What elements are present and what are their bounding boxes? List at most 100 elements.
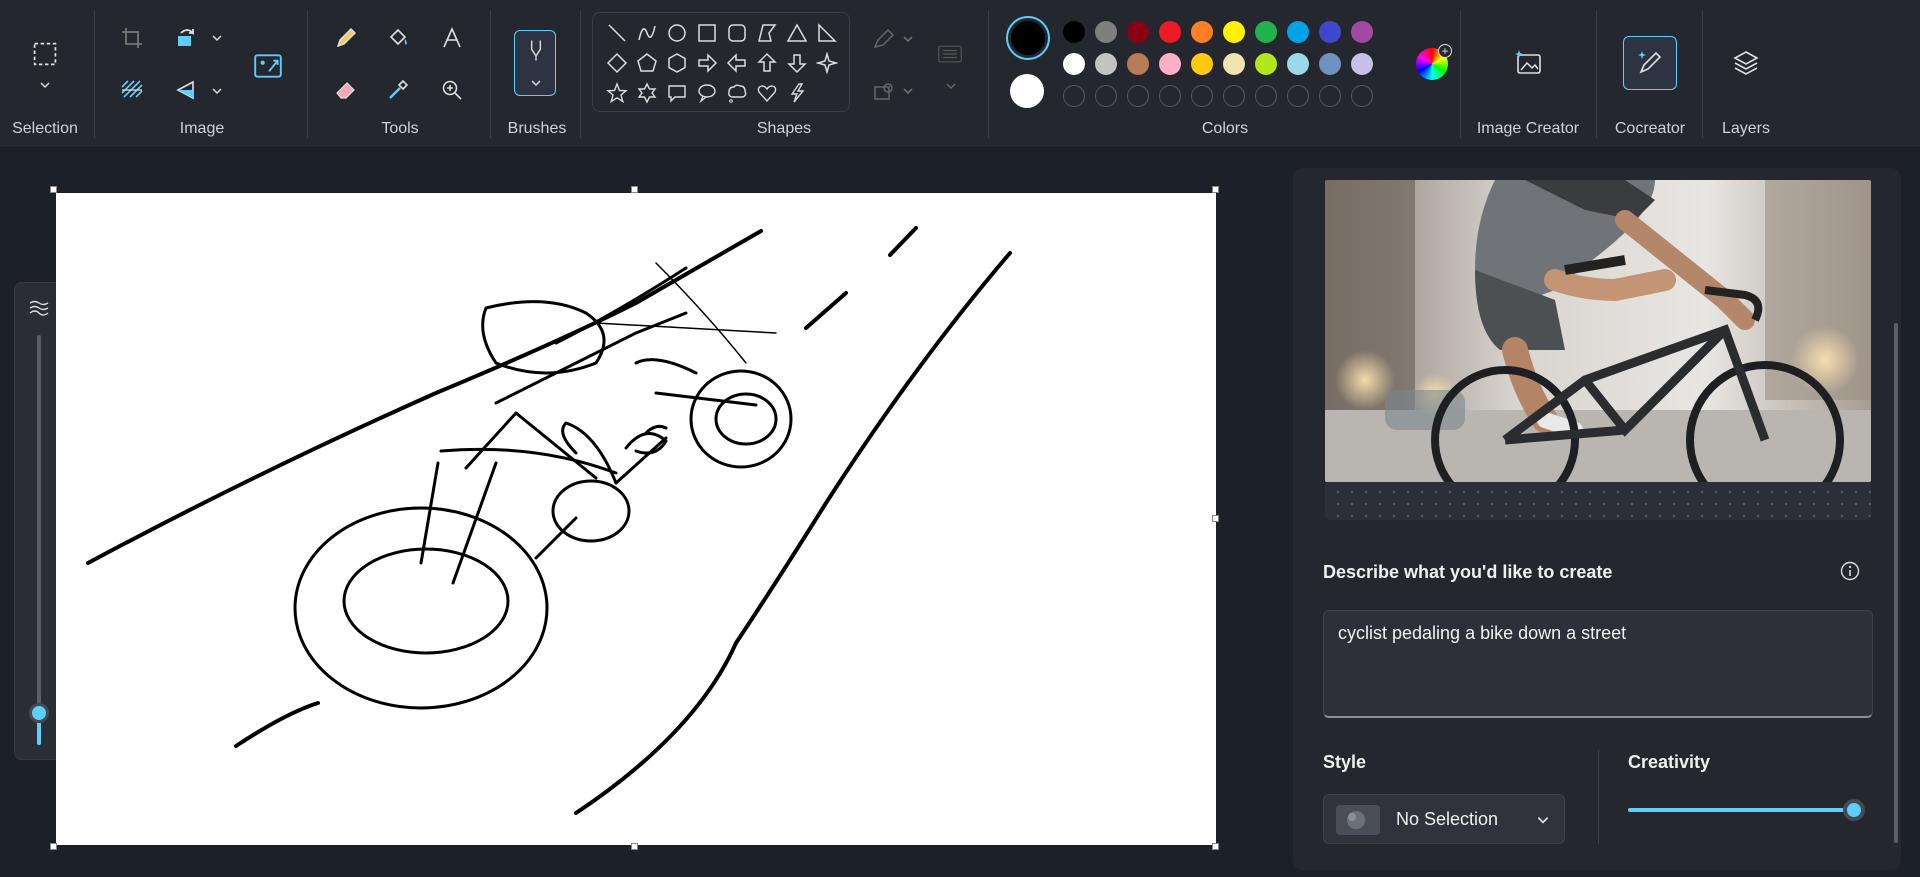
color-swatch[interactable] xyxy=(1063,53,1085,75)
style-dropdown[interactable]: No Selection xyxy=(1323,794,1565,844)
right-arrow-shape-icon[interactable] xyxy=(693,49,721,77)
secondary-color-swatch[interactable] xyxy=(1010,74,1044,108)
rounded-rectangle-shape-icon[interactable] xyxy=(723,19,751,47)
color-swatch[interactable] xyxy=(1127,21,1149,43)
shape-fill-icon[interactable] xyxy=(864,72,904,112)
panel-scrollbar[interactable] xyxy=(1894,323,1898,843)
prompt-input[interactable]: cyclist pedaling a bike down a street xyxy=(1323,610,1873,718)
rectangle-select-icon[interactable] xyxy=(25,34,65,74)
custom-color-slot[interactable] xyxy=(1095,85,1117,107)
flip-icon[interactable] xyxy=(166,70,206,110)
down-arrow-shape-icon[interactable] xyxy=(783,49,811,77)
pencil-icon[interactable] xyxy=(326,18,366,58)
magnifier-icon[interactable] xyxy=(432,70,472,110)
brushes-label: Brushes xyxy=(507,120,567,137)
resize-handle[interactable] xyxy=(50,843,57,850)
custom-color-slot[interactable] xyxy=(1255,85,1277,107)
color-swatch[interactable] xyxy=(1095,21,1117,43)
image-creator-icon[interactable] xyxy=(1501,36,1555,90)
line-shape-icon[interactable] xyxy=(603,19,631,47)
rotate-icon[interactable] xyxy=(166,18,206,58)
color-swatch[interactable] xyxy=(1351,53,1373,75)
info-icon[interactable] xyxy=(1839,560,1861,582)
creativity-slider-track[interactable] xyxy=(1628,799,1865,821)
color-swatch[interactable] xyxy=(1319,21,1341,43)
layers-icon[interactable] xyxy=(1719,36,1773,90)
resize-handle[interactable] xyxy=(631,186,638,193)
rectangle-shape-icon[interactable] xyxy=(693,19,721,47)
right-triangle-shape-icon[interactable] xyxy=(813,19,841,47)
color-swatch[interactable] xyxy=(1127,53,1149,75)
color-swatch[interactable] xyxy=(1159,53,1181,75)
resize-handle[interactable] xyxy=(50,186,57,193)
color-swatch[interactable] xyxy=(1159,21,1181,43)
color-swatch[interactable] xyxy=(1063,21,1085,43)
color-swatch[interactable] xyxy=(1255,21,1277,43)
brush-size-track[interactable] xyxy=(37,335,41,745)
resize-handle[interactable] xyxy=(631,843,638,850)
fill-chevron-down-icon[interactable] xyxy=(901,84,915,98)
lightning-shape-icon[interactable] xyxy=(783,79,811,107)
flip-chevron-down-icon[interactable] xyxy=(210,84,224,98)
custom-color-slot[interactable] xyxy=(1063,85,1085,107)
stroke-chevron-down-icon[interactable] xyxy=(944,79,958,93)
color-swatch[interactable] xyxy=(1287,21,1309,43)
resize-image-icon[interactable] xyxy=(246,44,290,88)
selection-chevron-down-icon[interactable] xyxy=(38,78,52,92)
color-swatch[interactable] xyxy=(1223,53,1245,75)
resize-handle[interactable] xyxy=(1212,843,1219,850)
four-point-star-shape-icon[interactable] xyxy=(813,49,841,77)
up-arrow-shape-icon[interactable] xyxy=(753,49,781,77)
custom-color-slot[interactable] xyxy=(1127,85,1149,107)
custom-color-slot[interactable] xyxy=(1159,85,1181,107)
edit-colors-icon[interactable]: + xyxy=(1416,44,1452,80)
resize-handle[interactable] xyxy=(1212,515,1219,522)
color-picker-icon[interactable] xyxy=(378,70,418,110)
custom-color-slot[interactable] xyxy=(1191,85,1213,107)
fill-bucket-icon[interactable] xyxy=(378,18,418,58)
oval-shape-icon[interactable] xyxy=(663,19,691,47)
eraser-icon[interactable] xyxy=(326,70,366,110)
color-swatch[interactable] xyxy=(1255,53,1277,75)
drawing-canvas[interactable] xyxy=(56,193,1216,845)
oval-callout-shape-icon[interactable] xyxy=(693,79,721,107)
left-arrow-shape-icon[interactable] xyxy=(723,49,751,77)
triangle-shape-icon[interactable] xyxy=(783,19,811,47)
custom-color-slot[interactable] xyxy=(1223,85,1245,107)
color-swatch[interactable] xyxy=(1191,21,1213,43)
custom-color-slot[interactable] xyxy=(1319,85,1341,107)
generated-image-preview[interactable] xyxy=(1325,180,1871,482)
color-swatch[interactable] xyxy=(1223,21,1245,43)
six-point-star-shape-icon[interactable] xyxy=(633,79,661,107)
image-thumbnails-strip[interactable] xyxy=(1325,482,1871,520)
heart-shape-icon[interactable] xyxy=(753,79,781,107)
diamond-shape-icon[interactable] xyxy=(603,49,631,77)
color-swatch[interactable] xyxy=(1351,21,1373,43)
creativity-slider-thumb[interactable] xyxy=(1843,799,1865,821)
cocreator-button[interactable] xyxy=(1623,36,1677,90)
crop-icon[interactable] xyxy=(112,18,152,58)
hexagon-shape-icon[interactable] xyxy=(663,49,691,77)
brush-size-thumb[interactable] xyxy=(29,703,49,723)
shape-outline-icon[interactable] xyxy=(864,20,904,60)
color-swatch[interactable] xyxy=(1319,53,1341,75)
resize-handle[interactable] xyxy=(1212,186,1219,193)
stroke-size-icon[interactable] xyxy=(930,34,970,74)
remove-background-icon[interactable] xyxy=(112,70,152,110)
rect-callout-shape-icon[interactable] xyxy=(663,79,691,107)
custom-color-slot[interactable] xyxy=(1351,85,1373,107)
outline-chevron-down-icon[interactable] xyxy=(901,32,915,46)
color-swatch[interactable] xyxy=(1191,53,1213,75)
text-tool-icon[interactable] xyxy=(432,18,472,58)
cloud-callout-shape-icon[interactable] xyxy=(723,79,751,107)
color-swatch[interactable] xyxy=(1095,53,1117,75)
primary-color-swatch[interactable] xyxy=(1006,16,1050,60)
color-swatch[interactable] xyxy=(1287,53,1309,75)
pentagon-shape-icon[interactable] xyxy=(633,49,661,77)
rotate-chevron-down-icon[interactable] xyxy=(210,31,224,45)
custom-color-slot[interactable] xyxy=(1287,85,1309,107)
five-point-star-shape-icon[interactable] xyxy=(603,79,631,107)
curve-shape-icon[interactable] xyxy=(633,19,661,47)
polygon-shape-icon[interactable] xyxy=(753,19,781,47)
brush-button[interactable] xyxy=(514,30,556,96)
